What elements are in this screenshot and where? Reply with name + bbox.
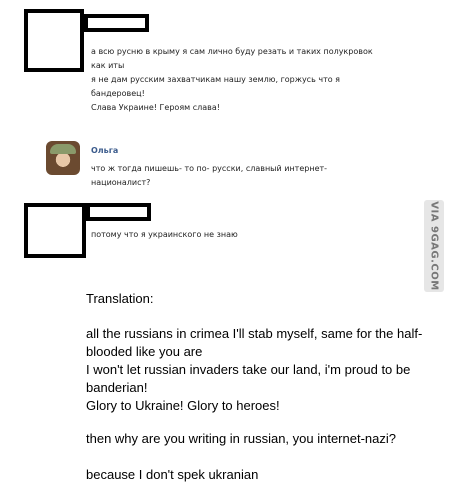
translation-line: Glory to Ukraine! Glory to heroes! xyxy=(86,398,280,413)
translation-line: blooded like you are xyxy=(86,344,203,359)
redacted-name-1 xyxy=(84,14,149,32)
redacted-avatar-1 xyxy=(24,9,84,72)
redacted-name-2 xyxy=(86,203,151,221)
watermark-text: VIA 9GAG.COM xyxy=(428,201,440,291)
comment-3-text: потому что я украинского не знаю xyxy=(91,228,238,242)
translation-paragraph-3: because I don't spek ukranian xyxy=(86,467,259,482)
comment-line: а всю русню в крыму я сам лично буду рез… xyxy=(91,47,373,56)
comment-line: националист? xyxy=(91,178,151,187)
comment-1-text: а всю русню в крыму я сам лично буду рез… xyxy=(91,45,373,115)
translation-line: I won't let russian invaders take our la… xyxy=(86,362,411,377)
comment-line: бандеровец! xyxy=(91,89,145,98)
translation-paragraph-2: then why are you writing in russian, you… xyxy=(86,431,396,446)
avatar[interactable] xyxy=(46,141,80,175)
comment-author-name[interactable]: Ольга xyxy=(91,146,118,155)
translation-paragraph-1: all the russians in crimea I'll stab mys… xyxy=(86,325,422,415)
translation-line: banderian! xyxy=(86,380,148,395)
comment-line: Слава Украине! Героям слава! xyxy=(91,103,220,112)
comment-2-text: что ж тогда пишешь- то по- русски, славн… xyxy=(91,162,327,190)
watermark: VIA 9GAG.COM xyxy=(424,200,444,292)
comment-line: я не дам русским захватчикам нашу землю,… xyxy=(91,75,340,84)
translation-heading: Translation: xyxy=(86,291,154,306)
comment-line: что ж тогда пишешь- то по- русски, славн… xyxy=(91,164,328,173)
translation-line: all the russians in crimea I'll stab mys… xyxy=(86,326,423,341)
comment-line: потому что я украинского не знаю xyxy=(91,230,238,239)
comment-line: как иты xyxy=(91,61,125,70)
redacted-avatar-2 xyxy=(24,203,86,258)
